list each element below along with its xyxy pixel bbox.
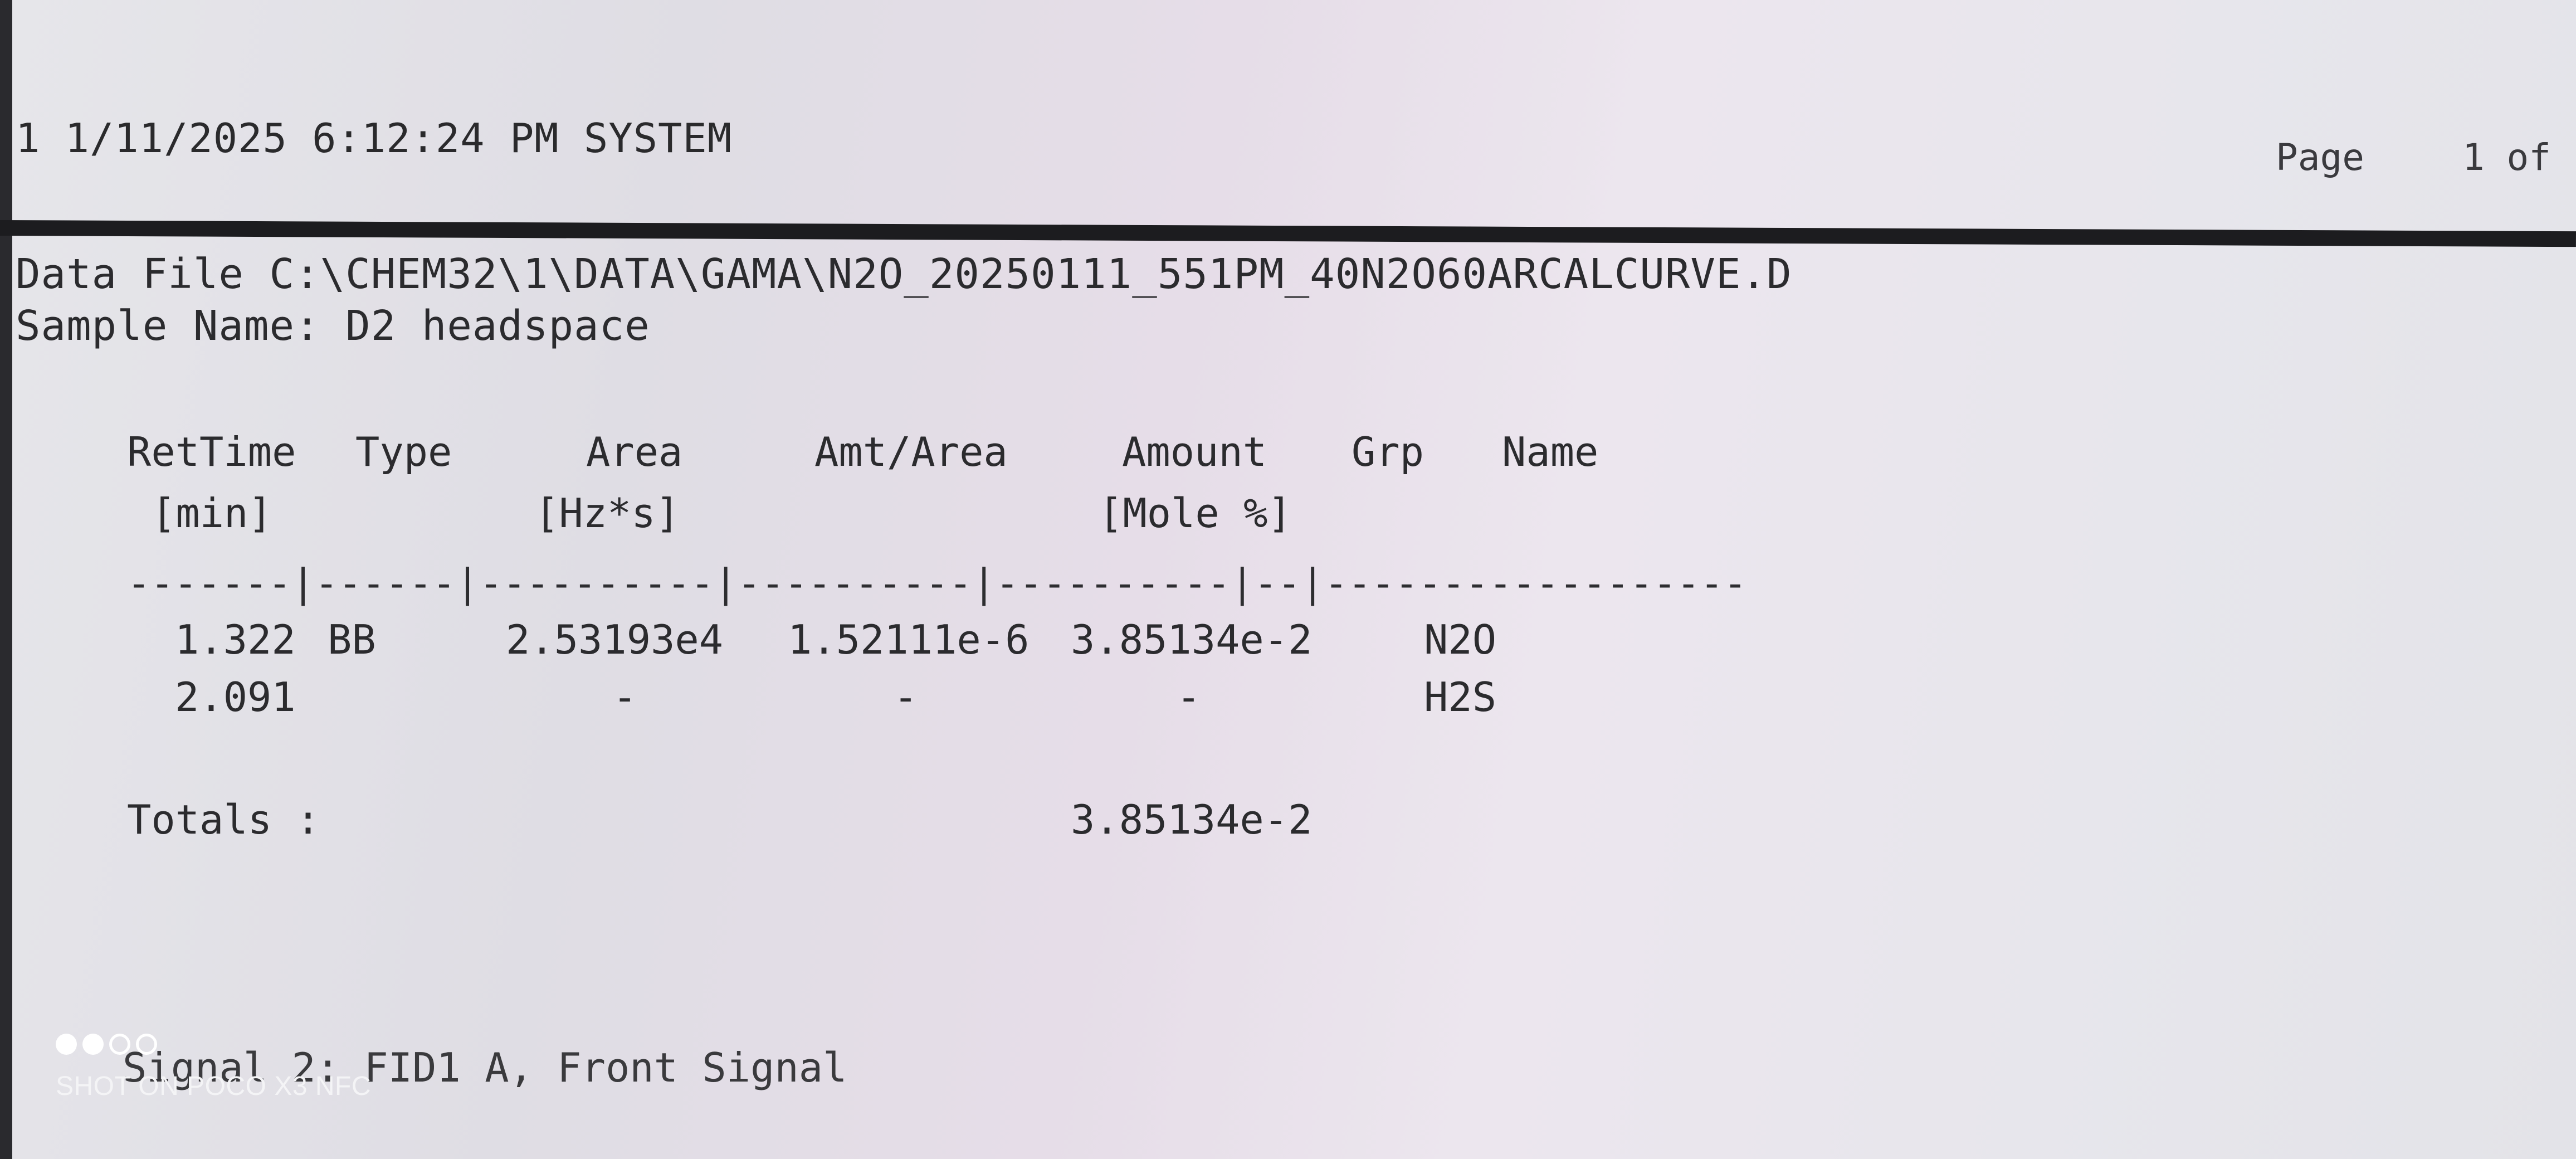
camera-watermark: SHOT ON POCO X3 NFC	[56, 1032, 401, 1110]
cell-type: BB	[328, 616, 376, 663]
column-header-amt-area: Amt/Area	[814, 428, 1008, 475]
column-header-type: Type	[355, 428, 452, 475]
page-number: 1 of	[2462, 136, 2551, 179]
column-header-name: Name	[1502, 428, 1599, 475]
column-header-amount: Amount	[1122, 428, 1267, 475]
unit-area: [Hz*s]	[535, 490, 680, 537]
cell-amount: -	[1177, 674, 1201, 720]
cell-name: N2O	[1424, 616, 1497, 663]
column-header-rettime: RetTime	[127, 428, 296, 475]
report-header-line: 1 1/11/2025 6:12:24 PM SYSTEM	[16, 115, 733, 162]
cell-amt-area: -	[894, 674, 918, 720]
sample-name: Sample Name: D2 headspace	[16, 302, 650, 350]
column-header-grp: Grp	[1352, 428, 1424, 475]
table-separator: -------|------|----------|----------|---…	[127, 561, 1747, 606]
totals-value: 3.85134e-2	[1071, 796, 1313, 843]
watermark-text: SHOT ON POCO X3 NFC	[56, 1072, 372, 1101]
totals-label: Totals :	[127, 796, 320, 843]
header-divider	[0, 220, 2576, 247]
cell-rettime: 1.322	[175, 616, 296, 663]
column-header-area: Area	[586, 428, 683, 475]
screen-left-edge	[0, 0, 12, 1159]
data-file-path: Data File C:\CHEM32\1\DATA\GAMA\N2O_2025…	[16, 250, 1792, 298]
page-label: Page	[2276, 136, 2364, 179]
cell-area: 2.53193e4	[506, 616, 724, 663]
unit-rettime: [min]	[152, 490, 272, 537]
cell-name: H2S	[1424, 674, 1497, 720]
watermark-dots-icon	[56, 1032, 157, 1056]
cell-amt-area: 1.52111e-6	[788, 616, 1030, 663]
unit-amount: [Mole %]	[1099, 490, 1292, 537]
cell-amount: 3.85134e-2	[1071, 616, 1313, 663]
cell-rettime: 2.091	[175, 674, 296, 720]
cell-area: -	[613, 674, 637, 720]
